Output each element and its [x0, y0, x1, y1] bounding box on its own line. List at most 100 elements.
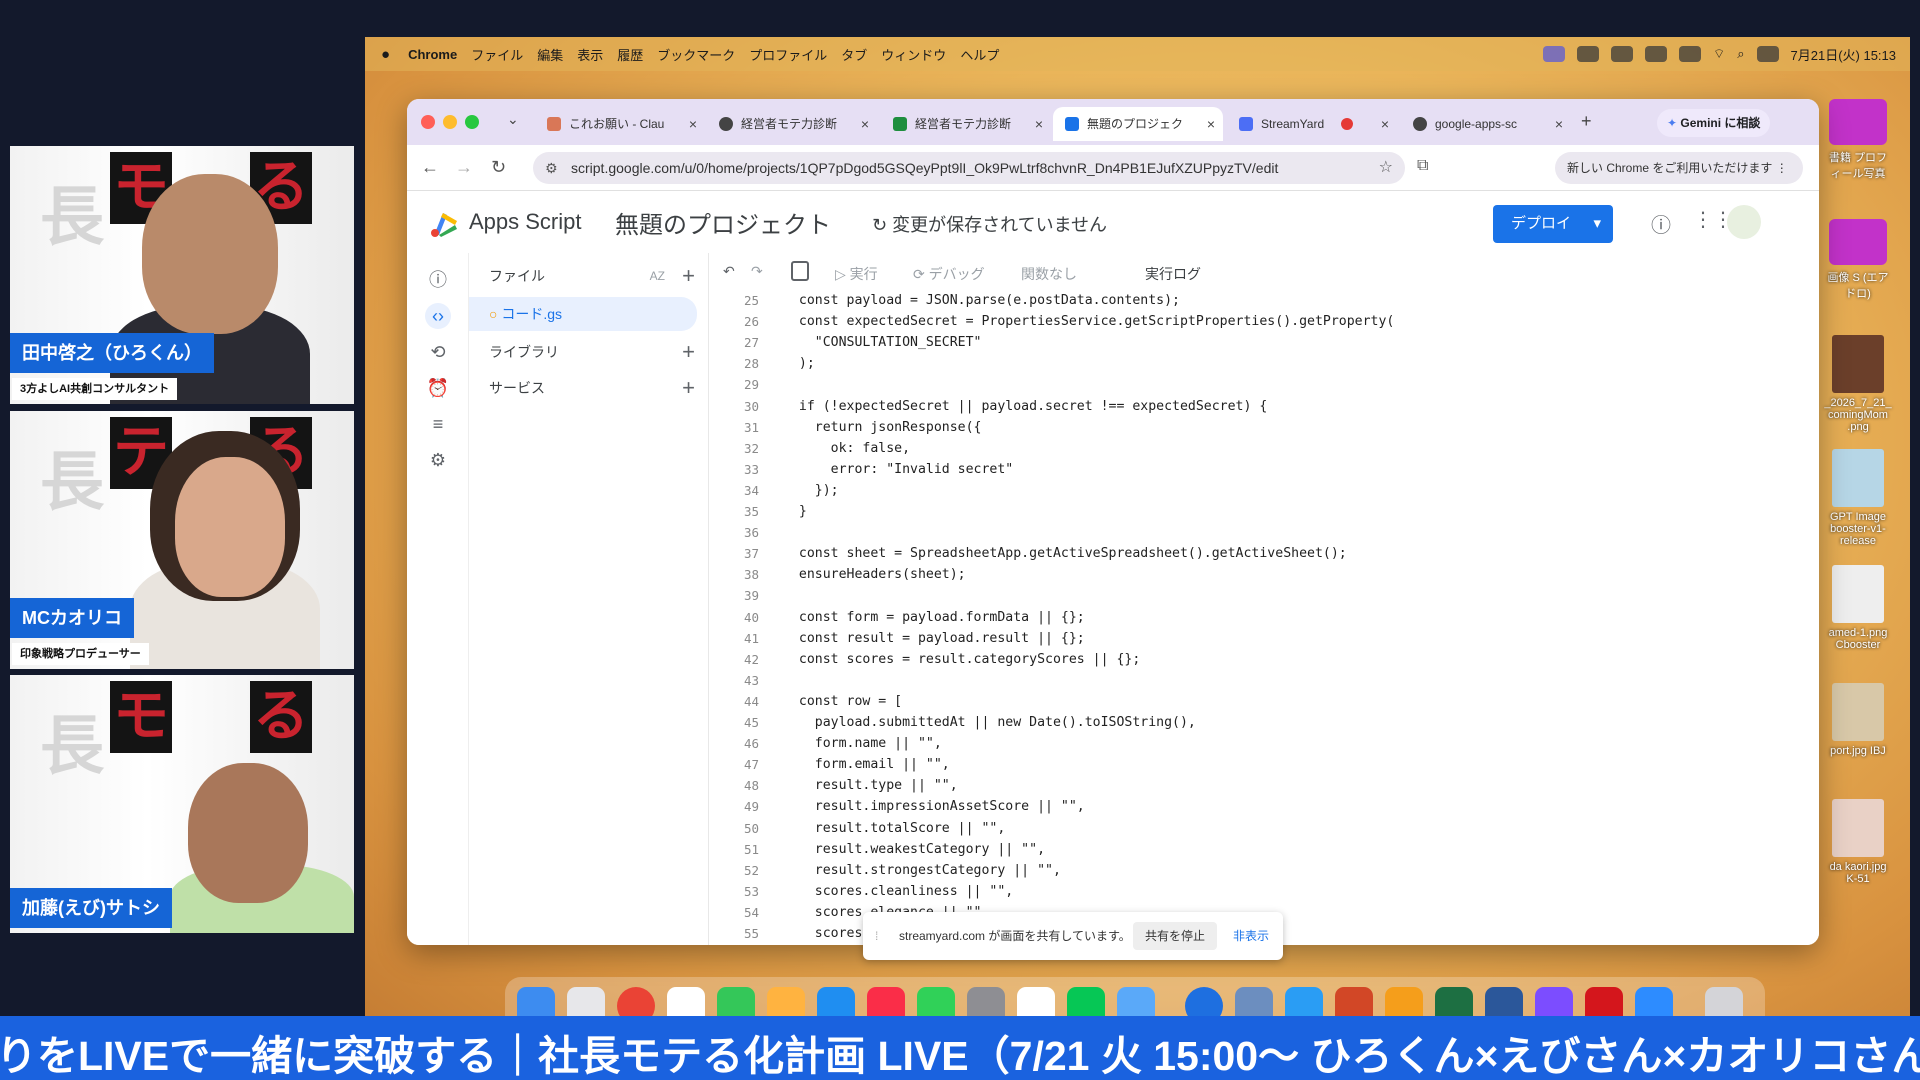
menu-item[interactable]: 編集 — [537, 45, 563, 64]
add-service-icon[interactable]: + — [682, 371, 695, 405]
deploy-button[interactable]: デプロイ ▾ — [1493, 205, 1613, 243]
menu-item[interactable]: ファイル — [471, 45, 523, 64]
browser-tab[interactable]: google-apps-sc × — [1401, 107, 1571, 141]
menu-item[interactable]: プロファイル — [749, 45, 827, 64]
code-line[interactable]: ); — [783, 356, 815, 371]
file-item[interactable]: ○ コード.gs — [469, 297, 697, 331]
code-line[interactable]: return jsonResponse({ — [783, 420, 982, 435]
code-line[interactable]: result.totalScore || "", — [783, 821, 1006, 836]
desktop-file[interactable]: _2026_7_21_ comingMom .png — [1824, 335, 1892, 433]
desktop-file[interactable]: da kaori.jpg K-51 — [1824, 799, 1892, 885]
overview-icon[interactable]: ⓘ — [425, 267, 451, 293]
extensions-icon[interactable]: ⧉ — [1417, 157, 1428, 175]
code-editor[interactable]: 25 26 27 28 29 30 31 32 33 34 35 36 37 38 39 40 41 42 43 44… — [709, 293, 1819, 945]
hide-button[interactable]: 非表示 — [1233, 912, 1269, 960]
project-title[interactable]: 無題のプロジェクト — [615, 205, 831, 240]
browser-tab[interactable]: 経営者モテ力診断 × — [881, 107, 1051, 141]
close-tab-icon[interactable]: × — [1207, 107, 1215, 141]
wifi-icon[interactable]: ⌔ — [1713, 46, 1725, 62]
run-button[interactable]: ▷ 実行 — [835, 264, 878, 284]
browser-tab[interactable]: StreamYard × — [1227, 107, 1397, 141]
clock-text[interactable]: 7月21日(火) 15:13 — [1791, 45, 1897, 64]
stop-sharing-button[interactable]: 共有を停止 — [1133, 922, 1218, 950]
screen-share-icon[interactable] — [1542, 46, 1565, 62]
code-line[interactable]: const sheet = SpreadsheetApp.getActiveSp… — [783, 546, 1347, 561]
close-tab-icon[interactable]: × — [689, 107, 697, 141]
execution-log-button[interactable]: 実行ログ — [1145, 264, 1201, 284]
apple-icon[interactable]: ● — [381, 46, 390, 63]
code-line[interactable]: "CONSULTATION_SECRET" — [783, 335, 982, 350]
status-icon[interactable] — [1610, 46, 1633, 62]
code-line[interactable]: result.weakestCategory || "", — [783, 842, 1045, 857]
menu-item[interactable]: ウィンドウ — [881, 45, 946, 64]
code-line[interactable]: } — [783, 504, 807, 519]
url-field[interactable]: ⚙ script.google.com/u/0/home/projects/1Q… — [533, 152, 1405, 184]
settings-icon[interactable]: ⚙ — [425, 447, 451, 473]
code-line[interactable]: scores.cleanliness || "", — [783, 884, 1014, 899]
maximize-window-button[interactable] — [465, 115, 479, 129]
code-line[interactable]: const expectedSecret = PropertiesService… — [783, 314, 1394, 329]
minimize-window-button[interactable] — [443, 115, 457, 129]
chrome-update-notice[interactable]: 新しい Chrome をご利用いただけます ⋮ — [1555, 152, 1803, 184]
status-icon[interactable] — [1576, 46, 1599, 62]
close-tab-icon[interactable]: × — [1381, 107, 1389, 141]
menu-item[interactable]: ブックマーク — [657, 45, 735, 64]
close-window-button[interactable] — [421, 115, 435, 129]
code-line[interactable]: const result = payload.result || {}; — [783, 631, 1085, 646]
executions-icon[interactable]: ≡ — [425, 411, 451, 437]
menu-item[interactable]: ヘルプ — [960, 45, 999, 64]
avatar[interactable] — [1727, 205, 1761, 239]
gemini-button[interactable]: ✦ Gemini に相談 — [1657, 109, 1771, 137]
help-icon[interactable]: ⓘ — [1651, 209, 1671, 238]
menu-item[interactable]: Chrome — [408, 47, 457, 62]
control-center-icon[interactable] — [1756, 46, 1779, 62]
services-row[interactable]: サービス + — [469, 371, 709, 405]
desktop-file[interactable]: GPT Image booster-v1- release — [1824, 449, 1892, 547]
menu-item[interactable]: 表示 — [577, 45, 603, 64]
desktop-folder[interactable]: 書籍 プロフィール写真 — [1824, 99, 1892, 181]
libraries-row[interactable]: ライブラリ + — [469, 335, 709, 369]
code-line[interactable]: const payload = JSON.parse(e.postData.co… — [783, 293, 1180, 308]
history-icon[interactable]: ⟲ — [425, 339, 451, 365]
close-tab-icon[interactable]: × — [1555, 107, 1563, 141]
browser-tab-active[interactable]: 無題のプロジェク × — [1053, 107, 1223, 141]
menu-item[interactable]: タブ — [841, 45, 867, 64]
back-icon[interactable]: ← — [421, 157, 439, 178]
browser-tab[interactable]: 経営者モテ力診断 × — [707, 107, 877, 141]
sort-az-icon[interactable]: AZ — [650, 259, 665, 293]
code-line[interactable]: result.type || "", — [783, 778, 958, 793]
add-library-icon[interactable]: + — [682, 335, 695, 369]
add-file-icon[interactable]: + — [682, 259, 695, 293]
code-line[interactable]: form.name || "", — [783, 736, 942, 751]
save-icon[interactable] — [791, 261, 809, 281]
code-line[interactable]: }); — [783, 483, 839, 498]
site-info-icon[interactable]: ⚙ — [545, 152, 558, 184]
bookmark-star-icon[interactable]: ☆ — [1379, 152, 1393, 184]
function-select[interactable]: 関数なし — [1021, 264, 1077, 284]
close-tab-icon[interactable]: × — [861, 107, 869, 141]
code-line[interactable]: ensureHeaders(sheet); — [783, 567, 966, 582]
search-icon[interactable]: ⌕ — [1737, 46, 1744, 62]
browser-tab[interactable]: これお願い - Clau × — [535, 107, 705, 141]
tab-search-icon[interactable]: ⌄ — [507, 111, 519, 128]
desktop-folder[interactable]: 画像 S (エアドロ) — [1824, 219, 1892, 301]
redo-icon[interactable]: ↷ — [751, 263, 763, 280]
code-line[interactable]: if (!expectedSecret || payload.secret !=… — [783, 399, 1267, 414]
status-icon[interactable] — [1644, 46, 1667, 62]
share-grip-icon[interactable]: ⁞ — [875, 912, 878, 960]
code-line[interactable]: const row = [ — [783, 694, 902, 709]
more-menu-icon[interactable]: ⋮ — [1776, 161, 1788, 175]
battery-icon[interactable] — [1678, 46, 1701, 62]
code-line[interactable]: const form = payload.formData || {}; — [783, 610, 1085, 625]
reload-icon[interactable]: ↻ — [491, 157, 506, 178]
desktop-file[interactable]: port.jpg IBJ — [1824, 683, 1892, 757]
desktop-file[interactable]: amed-1.png Cbooster — [1824, 565, 1892, 651]
new-tab-button[interactable]: + — [1581, 111, 1592, 132]
code-line[interactable]: error: "Invalid secret" — [783, 462, 1014, 477]
forward-icon[interactable]: → — [455, 157, 473, 178]
debug-button[interactable]: ⟳ デバッグ — [913, 264, 985, 284]
menu-item[interactable]: 履歴 — [617, 45, 643, 64]
triggers-icon[interactable]: ⏰ — [425, 375, 451, 401]
code-line[interactable]: const scores = result.categoryScores || … — [783, 652, 1140, 667]
editor-icon[interactable]: ‹› — [425, 303, 451, 329]
